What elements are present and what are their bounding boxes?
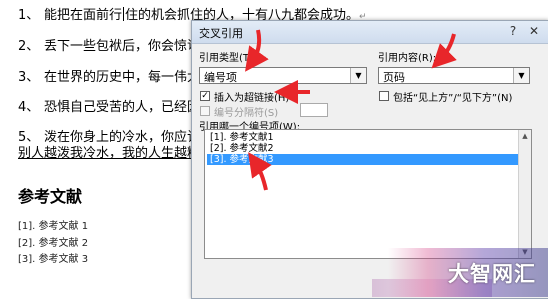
separate-numbers-label: 编号分隔符(S) xyxy=(214,108,279,119)
close-button[interactable]: ✕ xyxy=(524,23,544,39)
reference-item: [2]. 参考文献 2 xyxy=(18,238,89,249)
list-scrollbar[interactable]: ▲ ▼ xyxy=(518,130,531,258)
paragraph-text: 恐惧自己受苦的人，已经因 xyxy=(44,100,201,115)
help-button[interactable]: ? xyxy=(504,23,522,39)
reference-content-select[interactable]: 页码 ▼ xyxy=(378,67,530,84)
reference-item: [3]. 参考文献 3 xyxy=(18,254,89,265)
paragraph-number: 2、 xyxy=(18,39,40,54)
dialog-titlebar[interactable]: 交叉引用 ? ✕ xyxy=(192,21,548,44)
reference-content-label: 引用内容(R): xyxy=(378,53,437,64)
paragraph-number: 3、 xyxy=(18,70,40,85)
reference-type-value: 编号项 xyxy=(204,71,237,84)
insert-hyperlink-label[interactable]: 插入为超链接(H) xyxy=(214,89,289,104)
paragraph-text: 泼在你身上的冷水，你应该 xyxy=(44,130,201,145)
paragraph-number: 1、 xyxy=(18,8,40,23)
paragraph-number: 4、 xyxy=(18,100,40,115)
include-above-below-label[interactable]: 包括“见上方”/“见下方”(N) xyxy=(393,89,512,104)
paragraph-5: 5、 泼在你身上的冷水，你应该 xyxy=(18,130,200,146)
include-above-below-checkbox[interactable] xyxy=(379,91,389,101)
separate-numbers-checkbox xyxy=(200,106,210,116)
paragraph-text: 丢下一些包袱后，你会惊讶 xyxy=(44,39,201,54)
paragraph-5-line-2: 别人越泼我冷水，我的人生越精 xyxy=(18,146,201,161)
reference-type-label: 引用类型(T): xyxy=(199,53,257,64)
text-cursor xyxy=(123,7,125,21)
separator-input xyxy=(300,103,328,117)
paragraph-3: 3、 在世界的历史中，每一伟大 xyxy=(18,70,200,86)
list-item[interactable]: [2]. 参考文献2 xyxy=(207,143,529,154)
reference-content-value: 页码 xyxy=(383,71,405,84)
chevron-down-icon[interactable]: ▼ xyxy=(350,68,366,83)
dialog-title: 交叉引用 xyxy=(199,27,243,40)
paragraph-4: 4、 恐惧自己受苦的人，已经因 xyxy=(18,100,200,116)
scroll-up-icon[interactable]: ▲ xyxy=(519,130,531,142)
numbered-items-list[interactable]: [1]. 参考文献1 [2]. 参考文献2 [3]. 参考文献3 ▲ ▼ xyxy=(204,129,532,259)
references-heading: 参考文献 xyxy=(18,187,83,206)
list-item-selected[interactable]: [3]. 参考文献3 xyxy=(207,154,529,165)
chevron-down-icon[interactable]: ▼ xyxy=(513,68,529,83)
paragraph-text: 在世界的历史中，每一伟大 xyxy=(44,70,201,85)
paragraph-number: 5、 xyxy=(18,130,40,145)
watermark-logo: 大智网汇 xyxy=(448,262,536,286)
reference-type-select[interactable]: 编号项 ▼ xyxy=(199,67,367,84)
paragraph-text: 能把在面前行 xyxy=(44,8,123,23)
reference-item: [1]. 参考文献 1 xyxy=(18,221,89,232)
paragraph-2: 2、 丢下一些包袱后，你会惊讶 xyxy=(18,39,200,55)
list-item[interactable]: [1]. 参考文献1 xyxy=(207,132,529,143)
insert-hyperlink-checkbox[interactable]: ✓ xyxy=(200,91,210,101)
